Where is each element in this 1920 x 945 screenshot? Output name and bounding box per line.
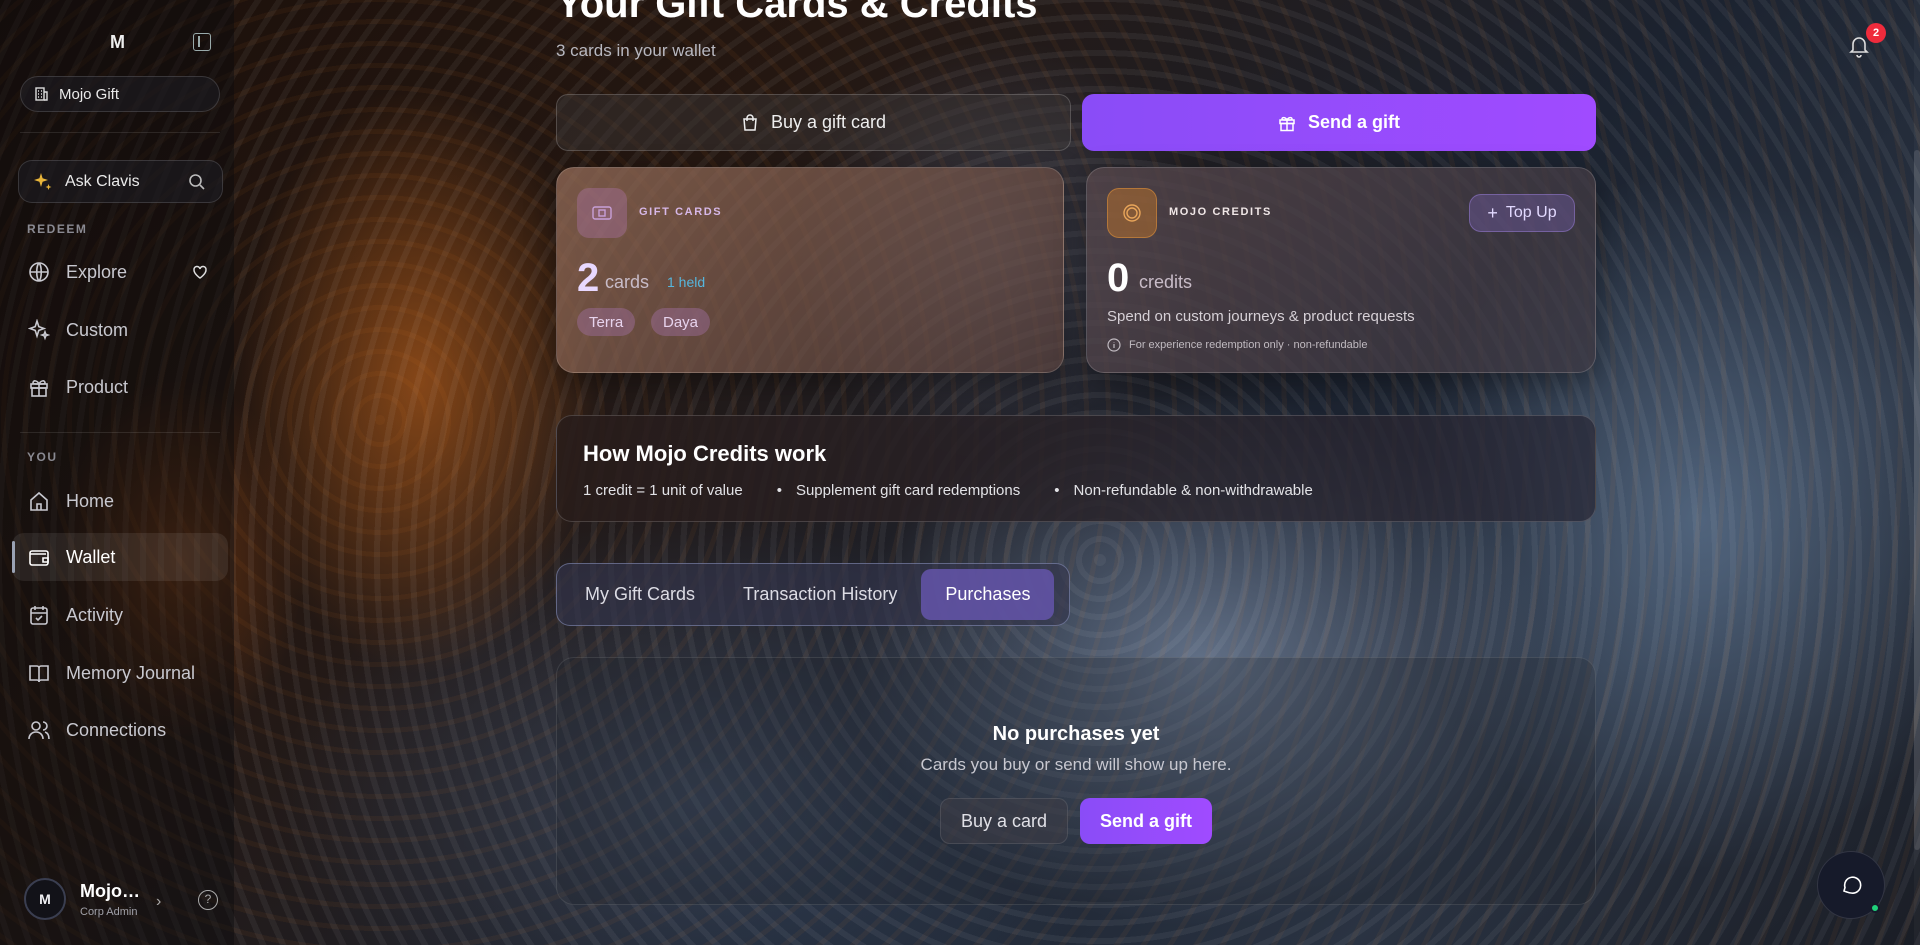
gift-cards-count: 2 [577,256,600,300]
section-label-redeem: REDEEM [27,222,88,236]
scrollbar-thumb[interactable] [1914,150,1920,850]
credit-rule: Non-refundable & non-withdrawable [1054,482,1313,499]
sidebar-item-label: Connections [66,719,167,740]
gift-card-chip[interactable]: Terra [577,308,636,336]
sidebar-item-label: Memory Journal [66,662,196,683]
sidebar-item-memory-journal[interactable]: Memory Journal [12,649,228,697]
gift-icon [30,380,48,397]
ask-clavis-button[interactable]: Ask Clavis [18,160,223,203]
credits-description: Spend on custom journeys & product reque… [1107,308,1415,325]
notification-badge: 2 [1866,23,1886,43]
gift-icon [1279,116,1295,131]
sidebar-item-label: Wallet [66,546,116,567]
shopping-bag-icon [743,113,757,131]
sidebar-item-label: Product [66,376,129,397]
org-switcher[interactable]: Mojo Gift [20,76,220,112]
send-gift-label: Send a gift [1307,112,1400,132]
credit-rule: 1 credit = 1 unit of value [583,482,743,499]
user-role: Corp Admin [80,905,138,918]
chat-bubble-icon [1843,876,1862,894]
credits-note-text: For experience redemption only · non-ref… [1129,339,1368,351]
info-icon [1107,338,1121,352]
gift-card-icon [577,188,627,238]
credits-note: For experience redemption only · non-ref… [1107,338,1367,352]
divider [20,432,220,433]
mojo-credits-label: MOJO CREDITS [1169,206,1272,218]
sidebar-item-label: Home [66,490,115,511]
gift-cards-unit: cards [605,272,650,292]
sidebar-item-custom[interactable]: Custom [12,306,228,354]
sidebar-item-product[interactable]: Product [12,363,228,411]
sidebar-item-wallet[interactable]: Wallet [12,533,228,581]
buy-card-button[interactable]: Buy a card [939,798,1069,844]
users-icon [28,721,50,740]
home-icon [30,491,48,511]
divider [20,132,220,133]
section-label-you: YOU [27,450,58,464]
globe-icon [29,262,49,282]
empty-state-title: No purchases yet [992,723,1160,745]
empty-state-actions: Buy a card Send a gift [557,798,1595,844]
top-up-button[interactable]: + Top Up [1469,194,1575,232]
plus-icon: + [1487,202,1498,223]
collapse-sidebar-icon[interactable] [193,33,211,51]
search-icon[interactable] [188,173,206,191]
help-icon[interactable]: ? [198,890,218,910]
top-up-label: Top Up [1505,204,1557,221]
book-icon [29,665,49,683]
sparkle-icon [28,319,50,341]
chevron-right-icon[interactable]: › [156,893,161,911]
credit-rule: Supplement gift card redemptions [777,482,1020,499]
sidebar-item-explore[interactable]: Explore [12,248,228,296]
gift-cards-summary-card[interactable]: GIFT CARDS 2 cards 1 held Terra Daya [556,167,1064,373]
sidebar-item-label: Activity [66,604,124,625]
buy-gift-card-button[interactable]: Buy a gift card [556,94,1071,151]
wallet-icon [29,550,49,566]
credits-count: 0 [1107,256,1130,300]
sidebar-item-label: Custom [66,319,129,340]
gift-cards-label: GIFT CARDS [639,206,723,218]
brand-logo[interactable]: M [110,32,125,53]
org-name: Mojo Gift [59,85,120,103]
empty-state-subtitle: Cards you buy or send will show up here. [920,755,1232,774]
building-icon [35,87,48,101]
sidebar-item-home[interactable]: Home [12,477,228,525]
user-profile[interactable]: M Mojo… Corp Admin [24,878,140,920]
tab-purchases[interactable]: Purchases [921,569,1055,620]
send-gift-button[interactable]: Send a gift [1082,94,1596,151]
buy-gift-card-label: Buy a gift card [770,112,887,132]
sidebar-item-label: Explore [66,261,128,282]
sparkle-icon [34,172,52,190]
tab-my-gift-cards[interactable]: My Gift Cards [561,569,719,620]
how-credits-work-panel: How Mojo Credits work 1 credit = 1 unit … [556,415,1596,522]
how-credits-work-title: How Mojo Credits work [583,441,827,466]
how-credits-work-points: 1 credit = 1 unit of value Supplement gi… [583,482,1313,499]
tab-transaction-history[interactable]: Transaction History [719,569,921,620]
mojo-credits-card: MOJO CREDITS + Top Up 0 credits Spend on… [1086,167,1596,373]
sidebar-item-activity[interactable]: Activity [12,591,228,639]
sidebar-item-connections[interactable]: Connections [12,706,228,754]
page-subtitle: 3 cards in your wallet [556,41,716,60]
held-count: 1 held [667,274,706,290]
heart-icon[interactable] [192,264,208,280]
ask-clavis-label: Ask Clavis [65,172,140,190]
user-name: Mojo… [80,880,140,901]
calendar-icon [30,606,48,625]
online-status-dot [1870,903,1880,913]
purchases-empty-state: No purchases yet Cards you buy or send w… [556,657,1596,905]
send-gift-button[interactable]: Send a gift [1080,798,1213,844]
credits-unit: credits [1139,272,1193,292]
wallet-tabs: My Gift Cards Transaction History Purcha… [556,563,1070,626]
gift-card-chip[interactable]: Daya [651,308,711,336]
sidebar: M Mojo Gift Ask Clavis REDEEM Explore Cu… [0,0,234,945]
avatar: M [24,878,66,920]
page-title: Your Gift Cards & Credits [556,0,1038,26]
coin-icon [1107,188,1157,238]
